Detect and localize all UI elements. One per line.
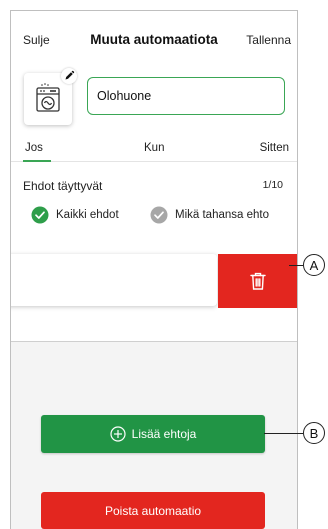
radio-all-conditions[interactable]: Kaikki ehdot xyxy=(31,205,119,225)
callout-a-line xyxy=(289,265,303,266)
pencil-icon xyxy=(65,70,75,80)
trash-icon xyxy=(249,272,266,290)
automation-name-input[interactable] xyxy=(87,77,285,115)
callout-a-label: A xyxy=(309,257,319,273)
conditions-count: 1/10 xyxy=(262,179,283,191)
conditions-label: Ehdot täyttyvät xyxy=(23,179,103,193)
plus-circle-icon xyxy=(110,426,126,442)
save-button[interactable]: Tallenna xyxy=(246,33,291,47)
delete-automation-button[interactable]: Poista automaatio xyxy=(41,492,265,529)
tab-divider xyxy=(11,161,297,162)
callout-a: A xyxy=(303,254,325,276)
callout-b-line xyxy=(264,433,303,434)
callout-b-label: B xyxy=(309,425,319,441)
tab-jos[interactable]: Jos xyxy=(25,142,43,154)
app-screen: Sulje Muuta automaatiota Tallenna Olohuo… xyxy=(10,10,298,529)
radio-any-condition[interactable]: Mikä tahansa ehto xyxy=(150,205,269,225)
add-conditions-label: Lisää ehtoja xyxy=(131,427,197,441)
edit-icon-button[interactable] xyxy=(61,68,77,84)
delete-automation-label: Poista automaatio xyxy=(104,503,202,518)
header: Sulje Muuta automaatiota Tallenna xyxy=(11,11,297,61)
active-tab-indicator xyxy=(23,160,51,162)
tab-sitten[interactable]: Sitten xyxy=(260,142,289,154)
callout-b: B xyxy=(303,422,325,444)
radio-all-label: Kaikki ehdot xyxy=(56,209,119,221)
delete-condition-button[interactable] xyxy=(218,254,297,308)
tab-kun[interactable]: Kun xyxy=(144,142,164,154)
condition-row[interactable] xyxy=(11,254,217,306)
radio-any-label: Mikä tahansa ehto xyxy=(175,209,269,221)
check-circle-icon xyxy=(150,206,168,224)
add-conditions-button[interactable]: Lisää ehtoja xyxy=(41,415,265,453)
check-circle-icon xyxy=(31,206,49,224)
